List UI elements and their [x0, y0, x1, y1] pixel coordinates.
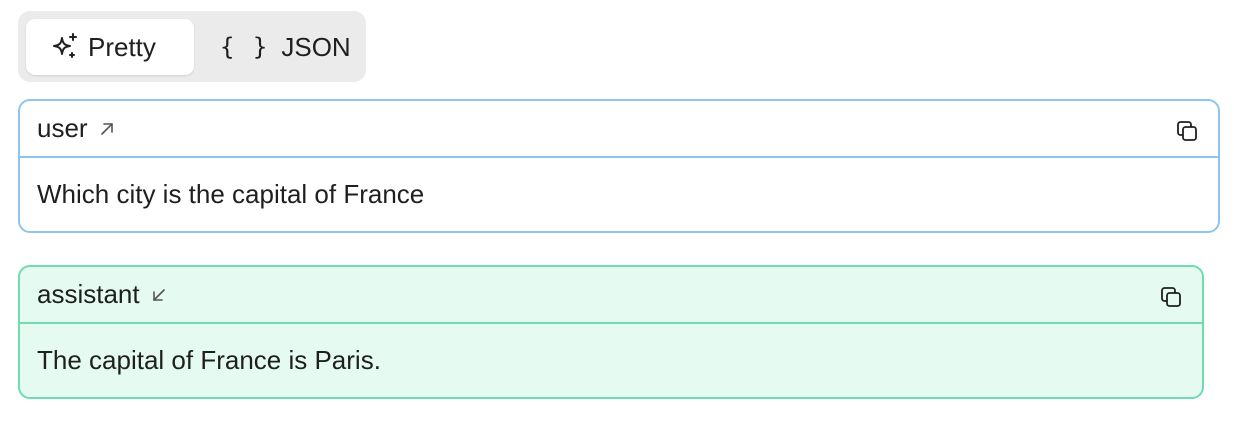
- assistant-message-card: assistant The capital of France is Paris…: [18, 265, 1204, 399]
- copy-icon: [1161, 287, 1181, 307]
- copy-button[interactable]: [1158, 284, 1184, 310]
- assistant-message-header: assistant: [20, 267, 1202, 324]
- json-view-label: JSON: [281, 31, 351, 62]
- pretty-view-label: Pretty: [88, 31, 156, 62]
- message-content: Which city is the capital of France: [37, 179, 425, 209]
- role-label: user: [37, 113, 88, 143]
- arrow-up-right-icon: [100, 122, 114, 136]
- pretty-view-button[interactable]: Pretty: [26, 19, 194, 75]
- sparkles-icon: [50, 32, 80, 62]
- copy-icon: [1177, 121, 1197, 141]
- user-message-header: user: [20, 101, 1218, 158]
- role-label: assistant: [37, 279, 140, 309]
- view-toggle: Pretty { } JSON: [18, 11, 366, 82]
- message-content: The capital of France is Paris.: [37, 345, 381, 375]
- user-message-card: user Which city is the capital of France: [18, 99, 1220, 233]
- arrow-down-left-icon: [152, 288, 166, 302]
- json-view-button[interactable]: { } JSON: [218, 19, 358, 75]
- copy-button[interactable]: [1174, 118, 1200, 144]
- braces-icon: { }: [220, 33, 270, 61]
